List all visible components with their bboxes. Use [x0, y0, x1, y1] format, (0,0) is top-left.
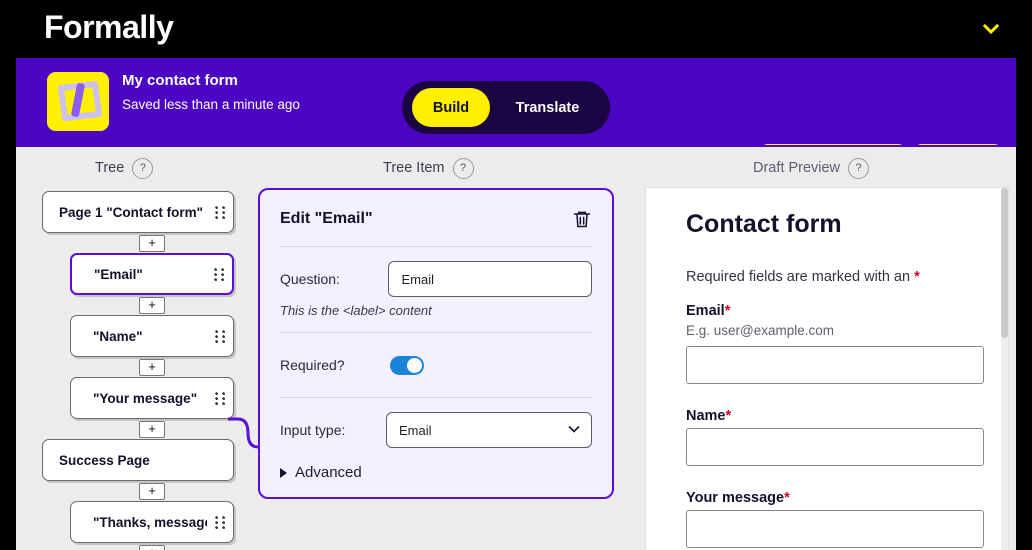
- tab-build[interactable]: Build: [412, 88, 490, 127]
- brand-name: Formally: [44, 9, 174, 45]
- tree-node-label: "Your message": [93, 390, 198, 406]
- preview-scrollbar[interactable]: [1001, 188, 1008, 550]
- required-asterisk: *: [725, 408, 732, 424]
- tree-node[interactable]: Success Page: [42, 439, 234, 481]
- question-hint: This is the <label> content: [280, 303, 432, 318]
- question-mark-icon[interactable]: ?: [848, 157, 870, 179]
- tab-translate[interactable]: Translate: [495, 88, 600, 127]
- tree-node[interactable]: "Thanks, message…: [70, 501, 234, 543]
- toggle-knob: [407, 357, 422, 373]
- column-title-draft-preview: Draft Preview: [753, 160, 841, 176]
- input-type-label: Input type:: [280, 422, 346, 438]
- add-item-button[interactable]: +: [139, 358, 165, 376]
- required-label: Required?: [280, 357, 345, 373]
- preview-field-input[interactable]: [686, 346, 984, 384]
- preview-field-help: E.g. user@example.com: [686, 323, 835, 338]
- add-slot: +: [70, 233, 234, 253]
- required-toggle[interactable]: [390, 355, 424, 375]
- question-label: Question:: [280, 271, 340, 287]
- saved-status: Saved less than a minute ago: [122, 97, 300, 112]
- drag-handle-icon[interactable]: [207, 515, 233, 529]
- formally-logo-icon: [47, 72, 109, 131]
- add-item-button[interactable]: +: [139, 296, 165, 314]
- question-mark-icon[interactable]: ?: [452, 157, 474, 179]
- app-window: Formally My contact form Saved less than…: [0, 0, 1032, 550]
- advanced-disclosure[interactable]: Advanced: [280, 462, 592, 481]
- draft-preview-panel: Contact form Required fields are marked …: [646, 188, 1008, 550]
- tree-node-label: "Email": [94, 266, 143, 282]
- tree-node-label: Page 1 "Contact form": [59, 204, 204, 220]
- add-slot: +: [70, 419, 234, 439]
- question-mark-icon[interactable]: ?: [132, 157, 154, 179]
- column-header-tree-item: Tree Item ?: [383, 157, 474, 179]
- preview-scrollbar-thumb[interactable]: [1001, 188, 1008, 338]
- chevron-down-icon[interactable]: [982, 20, 1000, 38]
- add-item-button[interactable]: +: [139, 544, 165, 550]
- required-note: Required fields are marked with an *: [686, 269, 978, 285]
- tree-node-label: "Name": [93, 328, 143, 344]
- drag-handle-icon[interactable]: [207, 205, 233, 219]
- drag-handle-icon[interactable]: [206, 267, 232, 281]
- brand-bar: Formally: [0, 0, 1032, 58]
- question-row: Question:: [280, 247, 592, 311]
- preview-field-label: Your message*: [686, 490, 978, 506]
- triangle-right-icon: [280, 467, 287, 478]
- workspace: Tree ? Tree Item ? Draft Preview ? Page …: [16, 147, 1016, 550]
- preview-field-label-text: Name: [686, 408, 726, 424]
- drag-handle-icon[interactable]: [207, 329, 233, 343]
- preview-field-label-text: Your message: [686, 490, 785, 506]
- column-title-tree-item: Tree Item: [383, 160, 445, 176]
- add-slot: +: [70, 295, 234, 315]
- left-edge-strip: [0, 58, 16, 550]
- preview-field-input[interactable]: [686, 428, 984, 466]
- tree-node-label: Success Page: [59, 452, 150, 468]
- editor-header: Edit "Email": [280, 208, 592, 246]
- form-toolbar: My contact form Saved less than a minute…: [16, 58, 1016, 177]
- add-item-button[interactable]: +: [139, 482, 165, 500]
- input-type-value[interactable]: Email: [386, 412, 592, 448]
- right-edge-strip: [1016, 58, 1032, 550]
- tree-node[interactable]: "Your message": [70, 377, 234, 419]
- trash-icon[interactable]: [572, 208, 592, 230]
- add-item-button[interactable]: +: [139, 234, 165, 252]
- add-item-button[interactable]: +: [139, 420, 165, 438]
- column-title-tree: Tree: [95, 160, 125, 176]
- required-row: Required?: [280, 333, 592, 397]
- drag-handle-icon[interactable]: [207, 391, 233, 405]
- tree-node-selected[interactable]: "Email": [70, 253, 234, 295]
- preview-field-label: Name*: [686, 408, 978, 424]
- required-asterisk: *: [724, 303, 731, 319]
- tree-panel: Page 1 "Contact form" + "Email" + "Name"…: [42, 191, 262, 550]
- tree-node[interactable]: Page 1 "Contact form": [42, 191, 234, 233]
- input-type-select[interactable]: Email: [386, 412, 592, 448]
- question-input[interactable]: [388, 261, 592, 297]
- required-asterisk: *: [784, 490, 790, 506]
- document-title: My contact form: [122, 72, 238, 89]
- required-note-text: Required fields are marked with an: [686, 269, 911, 285]
- preview-field-label-text: Email: [686, 303, 725, 319]
- tree-node[interactable]: "Name": [70, 315, 234, 357]
- required-asterisk: *: [914, 269, 920, 285]
- preview-title: Contact form: [686, 210, 842, 238]
- preview-field-label: Email*: [686, 303, 978, 319]
- add-slot: +: [70, 357, 234, 377]
- preview-field-input[interactable]: [686, 510, 984, 548]
- advanced-label: Advanced: [295, 464, 362, 481]
- input-type-row: Input type: Email: [280, 398, 592, 462]
- add-slot: +: [70, 543, 234, 550]
- add-slot: +: [70, 481, 234, 501]
- tree-item-editor: Edit "Email" Question: This is the <labe…: [258, 188, 614, 499]
- tree-node-label: "Thanks, message…: [93, 514, 207, 530]
- editor-title: Edit "Email": [280, 210, 373, 227]
- column-header-draft-preview: Draft Preview ?: [753, 157, 870, 179]
- preview-form: Contact form Required fields are marked …: [646, 188, 1008, 548]
- column-header-tree: Tree ?: [95, 157, 154, 179]
- mode-segmented-control[interactable]: Build Translate: [402, 81, 610, 134]
